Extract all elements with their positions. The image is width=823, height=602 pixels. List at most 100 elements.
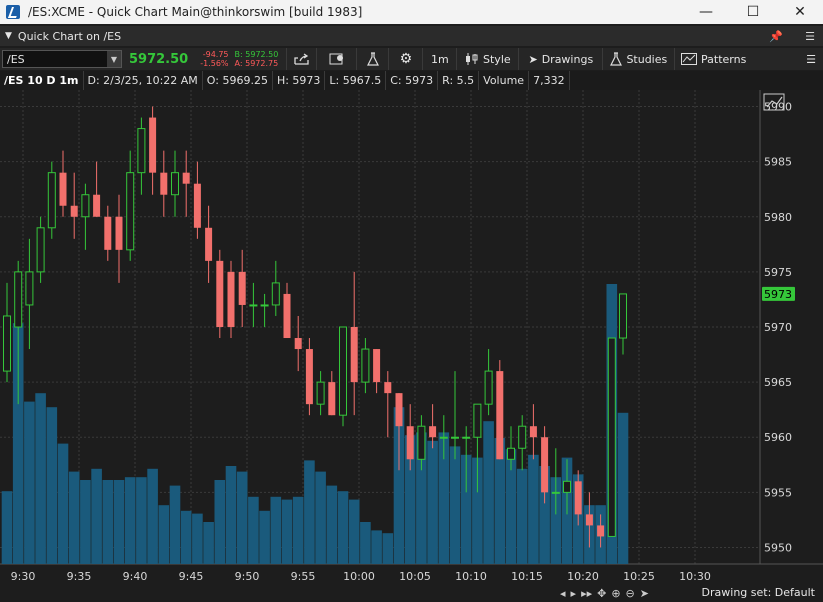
candle-body-up bbox=[462, 436, 471, 439]
volume-bar bbox=[259, 510, 270, 564]
candle-body-up bbox=[316, 381, 325, 405]
candle-body-up bbox=[484, 370, 493, 405]
flask-button[interactable] bbox=[356, 48, 388, 70]
x-tick-label: 9:30 bbox=[11, 570, 36, 583]
close-button[interactable]: ✕ bbox=[777, 0, 823, 24]
zoom-out-icon[interactable]: ⊖ bbox=[626, 587, 635, 600]
timeframe-button[interactable]: 1m bbox=[422, 48, 456, 70]
info-high: H: 5973 bbox=[273, 71, 326, 90]
x-tick-label: 9:50 bbox=[235, 570, 260, 583]
volume-bar bbox=[248, 496, 259, 564]
candle-body-up bbox=[3, 315, 11, 372]
y-tick-label: 5975 bbox=[764, 266, 792, 279]
zoom-in-icon[interactable]: ⊕ bbox=[611, 587, 620, 600]
bottom-bar: ◂ ▸ ▸▸ ✥ ⊕ ⊖ ➤ Drawing set: Default bbox=[0, 584, 823, 602]
pointer-icon[interactable]: ➤ bbox=[640, 587, 649, 600]
x-tick-label: 9:45 bbox=[179, 570, 204, 583]
settings-button[interactable]: ⚙ bbox=[388, 48, 422, 70]
volume-bar bbox=[371, 530, 382, 564]
y-tick-label: 5985 bbox=[764, 156, 792, 169]
info-open: O: 5969.25 bbox=[203, 71, 273, 90]
candle-body-up bbox=[47, 172, 56, 229]
y-tick-label: 5970 bbox=[764, 321, 792, 334]
scroll-left-icon[interactable]: ◂ bbox=[560, 587, 566, 600]
candle-body-up bbox=[619, 293, 627, 339]
candle-body-down bbox=[574, 481, 582, 515]
volume-bar bbox=[236, 471, 248, 564]
volume-bar bbox=[449, 446, 461, 564]
drawings-button[interactable]: ➤ Drawings bbox=[518, 48, 602, 70]
candle-body-up bbox=[451, 436, 459, 439]
pct-change: -1.56% bbox=[200, 59, 229, 68]
x-tick-label: 10:30 bbox=[679, 570, 711, 583]
symbol-input[interactable]: /ES ▼ bbox=[2, 50, 122, 68]
chart-settings-button[interactable] bbox=[316, 48, 356, 70]
candle-body-down bbox=[104, 216, 112, 250]
volume-bar bbox=[382, 533, 394, 564]
timeframe-label: 1m bbox=[430, 52, 449, 66]
candle-body-down bbox=[429, 426, 437, 438]
pan-icon[interactable]: ✥ bbox=[597, 587, 606, 600]
candle-body-down bbox=[406, 426, 414, 460]
toolbar-menu-button[interactable]: ☰ bbox=[799, 48, 823, 70]
x-tick-label: 10:20 bbox=[567, 570, 599, 583]
scroll-end-icon[interactable]: ▸▸ bbox=[581, 587, 592, 600]
style-button[interactable]: Style bbox=[456, 48, 518, 70]
candle-body-down bbox=[597, 525, 605, 537]
volume-bar bbox=[46, 407, 58, 564]
candle-body-up bbox=[36, 227, 45, 273]
menu-icon[interactable]: ☰ bbox=[805, 30, 815, 43]
candle-body-up bbox=[439, 436, 448, 439]
symbol-dropdown-icon[interactable]: ▼ bbox=[107, 51, 121, 67]
candle-body-up bbox=[171, 172, 179, 196]
patterns-button[interactable]: Patterns bbox=[674, 48, 752, 70]
price-chart[interactable]: 5950595559605965597059755980598559909:30… bbox=[0, 90, 823, 584]
candle-body-down bbox=[216, 260, 224, 327]
maximize-button[interactable]: ☐ bbox=[730, 0, 776, 24]
y-tick-label: 5950 bbox=[764, 541, 792, 554]
ohlc-info-bar: /ES 10 D 1m D: 2/3/25, 10:22 AM O: 5969.… bbox=[0, 71, 823, 90]
candle-body-down bbox=[115, 216, 123, 250]
info-range: R: 5.5 bbox=[438, 71, 480, 90]
quick-chart-label: Quick Chart on /ES bbox=[17, 29, 122, 43]
chevron-down-icon[interactable]: ▼ bbox=[5, 31, 12, 41]
volume-bar bbox=[91, 468, 102, 564]
volume-bar bbox=[147, 468, 158, 564]
patterns-label: Patterns bbox=[701, 52, 747, 66]
y-tick-label: 5955 bbox=[764, 486, 792, 499]
pin-icon[interactable]: 📌 bbox=[769, 30, 783, 43]
grid-settings-icon bbox=[329, 53, 343, 64]
last-price: 5972.50 bbox=[129, 51, 189, 67]
candle-body-up bbox=[607, 337, 616, 537]
thinkorswim-logo-icon bbox=[6, 5, 20, 19]
minimize-button[interactable]: — bbox=[683, 0, 729, 24]
volume-bar bbox=[158, 505, 170, 564]
candle-body-up bbox=[81, 194, 90, 218]
share-button[interactable] bbox=[286, 48, 316, 70]
studies-button[interactable]: Studies bbox=[602, 48, 674, 70]
info-volume-value: 7,332 bbox=[529, 71, 570, 90]
candle-body-down bbox=[93, 194, 101, 217]
x-tick-label: 10:05 bbox=[399, 570, 431, 583]
scroll-right-icon[interactable]: ▸ bbox=[571, 587, 577, 600]
volume-bar bbox=[348, 499, 360, 564]
y-tick-label: 5960 bbox=[764, 431, 792, 444]
info-low: L: 5967.5 bbox=[325, 71, 387, 90]
candle-body-up bbox=[25, 271, 34, 306]
net-change: -94.75 bbox=[202, 50, 229, 59]
quick-chart-header: ▼ Quick Chart on /ES 📌 ☰ bbox=[0, 26, 823, 46]
candle-body-down bbox=[238, 271, 246, 305]
candle-body-down bbox=[373, 349, 381, 383]
change-block: -94.75 -1.56% bbox=[200, 50, 228, 68]
candle-body-down bbox=[350, 327, 358, 383]
candle-body-down bbox=[283, 293, 291, 339]
volume-bar bbox=[169, 485, 181, 564]
chart-title: /ES 10 D 1m bbox=[0, 71, 84, 90]
candle-body-up bbox=[518, 425, 527, 449]
candle-body-down bbox=[585, 514, 593, 526]
volume-bar bbox=[80, 480, 91, 564]
volume-bar bbox=[214, 480, 226, 564]
volume-bar bbox=[528, 454, 539, 564]
volume-bar bbox=[617, 412, 629, 564]
patterns-icon bbox=[681, 53, 698, 65]
